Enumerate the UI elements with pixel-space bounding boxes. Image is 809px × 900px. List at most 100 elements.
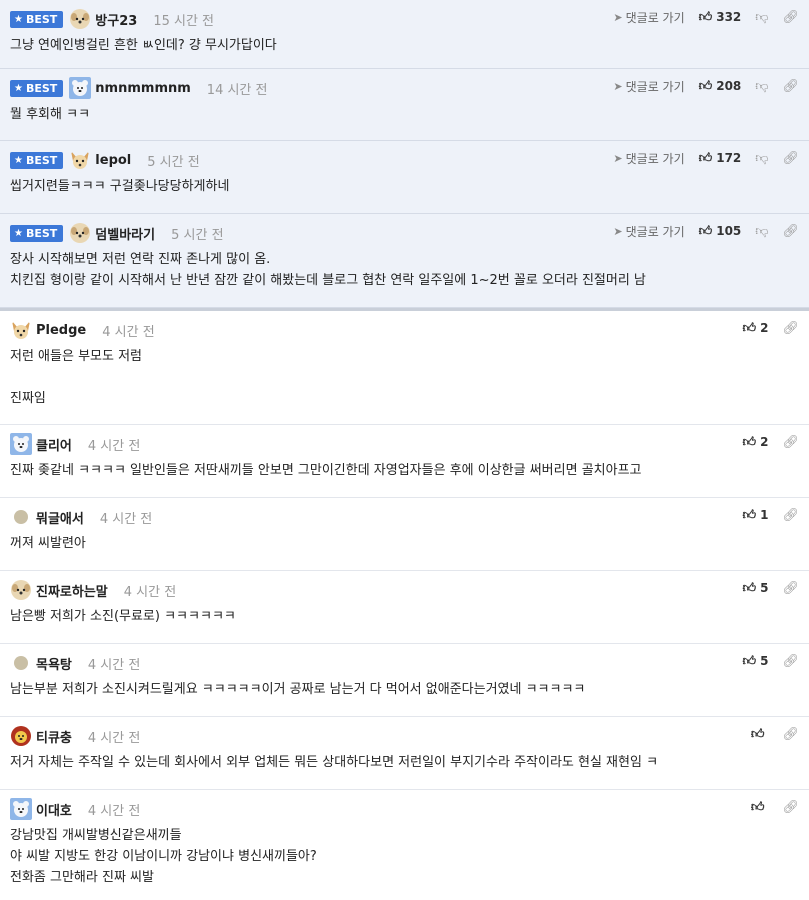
chihuahua-avatar-icon[interactable] <box>10 319 32 341</box>
like-button[interactable]: 👍︎ 2 <box>743 321 769 336</box>
dog-avatar-icon[interactable] <box>69 8 91 30</box>
best-comment: ★ BEST 방구23 15 시간 전 ➤ 댓글로 가기 👍︎ 332 👎︎ 🔗︎ 그… <box>0 0 809 69</box>
timestamp: 5 시간 전 <box>147 154 200 170</box>
link-icon[interactable]: 🔗︎ <box>782 151 799 166</box>
chihuahua-avatar-icon[interactable] <box>69 149 91 171</box>
timestamp: 5 시간 전 <box>171 227 224 243</box>
link-icon[interactable]: 🔗︎ <box>782 800 799 815</box>
link-icon[interactable]: 🔗︎ <box>782 435 799 450</box>
goto-comment-link[interactable]: ➤ 댓글로 가기 <box>613 78 684 95</box>
lion-avatar-icon[interactable] <box>10 725 32 747</box>
comment-body: 뭘 후회해 ㅋㅋ <box>10 107 91 122</box>
best-comment: ★ BEST 덤벨바라기 5 시간 전 ➤ 댓글로 가기 👍︎ 105 👎︎ 🔗︎ 장… <box>0 214 809 308</box>
thumbs-up-icon: 👍︎ <box>742 580 757 596</box>
comment: 클리어 4 시간 전 👍︎ 2 🔗︎ 진짜 좆같네 ㅋㅋㅋㅋ 일반인들은 저딴새끼… <box>0 425 809 498</box>
nickname[interactable]: 덤벨바라기 <box>95 224 155 243</box>
nickname[interactable]: 목욕탕 <box>36 654 72 673</box>
timestamp: 14 시간 전 <box>206 82 268 98</box>
comment: 뭐글애서 4 시간 전 👍︎ 1 🔗︎ 꺼져 씨발련아 <box>0 498 809 571</box>
dog-avatar-icon[interactable] <box>10 579 32 601</box>
comment: 목욕탕 4 시간 전 👍︎ 5 🔗︎ 남는부분 저희가 소진시켜드릴게요 ㅋㅋㅋㅋ… <box>0 644 809 717</box>
link-icon[interactable]: 🔗︎ <box>782 321 799 336</box>
send-arrow-icon: ➤ <box>613 79 623 93</box>
goto-comment-link[interactable]: ➤ 댓글로 가기 <box>613 9 684 26</box>
link-icon[interactable]: 🔗︎ <box>782 79 799 94</box>
thumbs-up-icon: 👍︎ <box>742 653 757 669</box>
thumbs-up-icon: 👍︎ <box>742 320 757 336</box>
thumbs-up-icon: 👍︎ <box>698 78 713 94</box>
timestamp: 4 시간 전 <box>87 803 141 819</box>
comment-body: 남은빵 저희가 소진(무료로) ㅋㅋㅋㅋㅋㅋ <box>10 609 236 624</box>
thumbs-up-icon: 👍︎ <box>698 150 713 166</box>
nickname[interactable]: 방구23 <box>95 10 137 29</box>
like-button[interactable]: 👍︎ 2 <box>743 435 769 450</box>
thumbs-up-icon: 👍︎ <box>742 434 757 450</box>
link-icon[interactable]: 🔗︎ <box>782 581 799 596</box>
best-badge: ★ BEST <box>10 224 64 242</box>
comment-body: 진짜 좆같네 ㅋㅋㅋㅋ 일반인들은 저딴새끼들 안보면 그만이긴한데 자영업자들… <box>10 463 642 478</box>
thumbs-down-icon[interactable]: 👎︎ <box>755 151 768 166</box>
star-icon: ★ <box>14 227 23 239</box>
dot-avatar-icon[interactable] <box>10 652 32 674</box>
dot-avatar-icon[interactable] <box>10 506 32 528</box>
timestamp: 4 시간 전 <box>123 584 177 600</box>
best-badge: ★ BEST <box>10 10 64 28</box>
comment: 티큐충 4 시간 전 👍︎ 🔗︎ 저거 자체는 주작일 수 있는데 회사에서 외… <box>0 717 809 790</box>
comment-body: 저런 애들은 부모도 저럼 진짜임 <box>10 349 142 406</box>
send-arrow-icon: ➤ <box>613 151 623 165</box>
goto-comment-link[interactable]: ➤ 댓글로 가기 <box>613 150 684 167</box>
thumbs-down-icon[interactable]: 👎︎ <box>755 79 768 94</box>
thumbs-up-icon: 👍︎ <box>698 9 713 25</box>
bear-avatar-icon[interactable] <box>69 77 92 99</box>
like-button[interactable]: 👍︎ 172 <box>699 151 742 166</box>
star-icon: ★ <box>14 13 23 25</box>
thumbs-down-icon[interactable]: 👎︎ <box>755 10 768 25</box>
link-icon[interactable]: 🔗︎ <box>782 654 799 669</box>
nickname[interactable]: nmnmmmnm <box>95 81 191 96</box>
goto-comment-link[interactable]: ➤ 댓글로 가기 <box>613 223 684 240</box>
timestamp: 4 시간 전 <box>102 324 155 340</box>
nickname[interactable]: Pledge <box>36 323 86 338</box>
like-button[interactable]: 👍︎ 5 <box>743 581 769 596</box>
timestamp: 4 시간 전 <box>87 730 141 746</box>
timestamp: 4 시간 전 <box>99 511 153 527</box>
link-icon[interactable]: 🔗︎ <box>782 508 799 523</box>
like-button[interactable]: 👍︎ 332 <box>699 10 742 25</box>
nickname[interactable]: 이대호 <box>36 800 72 819</box>
comment-list: ★ BEST 방구23 15 시간 전 ➤ 댓글로 가기 👍︎ 332 👎︎ 🔗︎ 그… <box>0 0 809 900</box>
like-button[interactable]: 👍︎ 1 <box>743 508 769 523</box>
thumbs-down-icon[interactable]: 👎︎ <box>755 224 768 239</box>
thumbs-up-icon: 👍︎ <box>750 799 765 815</box>
link-icon[interactable]: 🔗︎ <box>782 10 799 25</box>
thumbs-up-icon: 👍︎ <box>742 507 757 523</box>
like-button[interactable]: 👍︎ 208 <box>699 79 742 94</box>
like-button[interactable]: 👍︎ <box>751 800 769 815</box>
like-button[interactable]: 👍︎ 5 <box>743 654 769 669</box>
nickname[interactable]: 티큐충 <box>36 727 72 746</box>
comment: 진짜로하는말 4 시간 전 👍︎ 5 🔗︎ 남은빵 저희가 소진(무료로) ㅋㅋㅋ… <box>0 571 809 644</box>
dog-avatar-icon[interactable] <box>69 222 91 244</box>
like-button[interactable]: 👍︎ <box>751 727 769 742</box>
nickname[interactable]: lepol <box>95 153 131 168</box>
nickname[interactable]: 클리어 <box>36 435 72 454</box>
comment-body: 강남맛집 개씨발병신같은새끼들 야 씨발 지방도 한강 이남이니까 강남이냐 병신… <box>10 828 317 885</box>
best-badge: ★ BEST <box>10 79 64 97</box>
bear-avatar-icon[interactable] <box>10 433 32 455</box>
bear-avatar-icon[interactable] <box>10 798 32 820</box>
send-arrow-icon: ➤ <box>613 10 623 24</box>
timestamp: 15 시간 전 <box>153 13 214 29</box>
thumbs-up-icon: 👍︎ <box>750 726 765 742</box>
timestamp: 4 시간 전 <box>87 438 141 454</box>
comment: Pledge 4 시간 전 👍︎ 2 🔗︎ 저런 애들은 부모도 저럼 진짜임 <box>0 311 809 425</box>
thumbs-up-icon: 👍︎ <box>698 223 713 239</box>
link-icon[interactable]: 🔗︎ <box>782 224 799 239</box>
comment-body: 꺼져 씨발련아 <box>10 536 86 551</box>
link-icon[interactable]: 🔗︎ <box>782 727 799 742</box>
nickname[interactable]: 진짜로하는말 <box>36 581 108 600</box>
star-icon: ★ <box>14 154 23 166</box>
timestamp: 4 시간 전 <box>87 657 141 673</box>
comment-body: 그냥 연예인병걸린 흔한 ㅄ인데? 걍 무시가답이다 <box>10 38 277 53</box>
comment-body: 남는부분 저희가 소진시켜드릴게요 ㅋㅋㅋㅋㅋ이거 공짜로 남는거 다 먹어서 … <box>10 682 586 697</box>
like-button[interactable]: 👍︎ 105 <box>699 224 742 239</box>
nickname[interactable]: 뭐글애서 <box>36 508 84 527</box>
